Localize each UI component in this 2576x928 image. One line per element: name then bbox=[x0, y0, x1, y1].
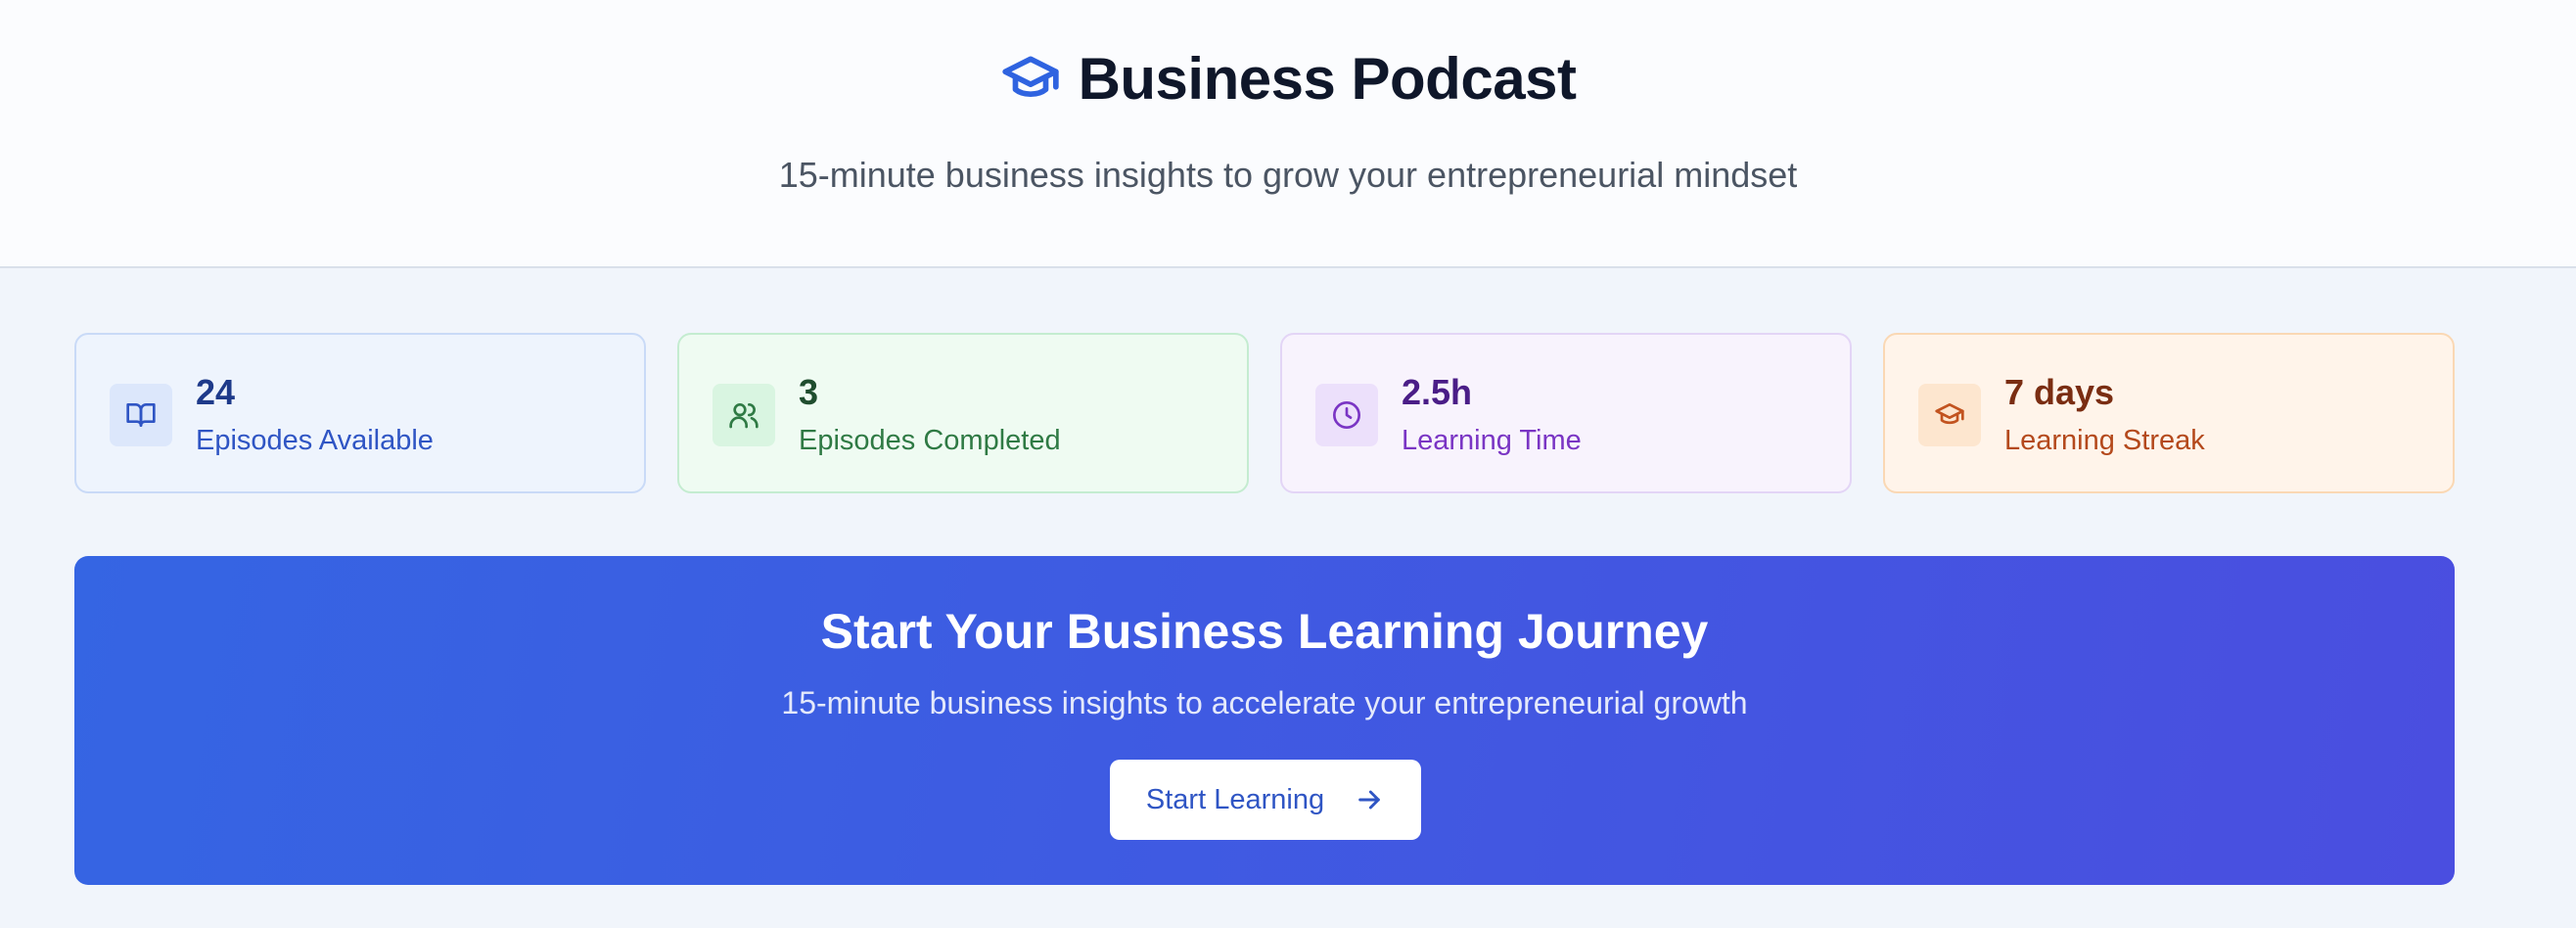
stats-row: 24 Episodes Available 3 Episodes Complet… bbox=[74, 333, 2455, 493]
clock-icon bbox=[1315, 384, 1378, 446]
users-icon bbox=[713, 384, 775, 446]
book-open-icon bbox=[110, 384, 172, 446]
stat-label: Episodes Available bbox=[196, 425, 434, 456]
page-subtitle: 15-minute business insights to grow your… bbox=[778, 155, 1798, 195]
hero-title: Start Your Business Learning Journey bbox=[820, 604, 1709, 659]
stat-label: Learning Time bbox=[1402, 425, 1582, 456]
hero-subtitle: 15-minute business insights to accelerat… bbox=[781, 685, 1748, 720]
stat-card-learning-time: 2.5h Learning Time bbox=[1280, 333, 1852, 493]
arrow-right-icon bbox=[1354, 784, 1385, 815]
hero-banner: Start Your Business Learning Journey 15-… bbox=[74, 556, 2455, 885]
page-header: Business Podcast 15-minute business insi… bbox=[0, 0, 2576, 268]
stat-card-episodes-completed: 3 Episodes Completed bbox=[677, 333, 1249, 493]
stat-value: 24 bbox=[196, 372, 236, 412]
stat-value: 7 days bbox=[2004, 372, 2115, 412]
page-title: Business Podcast bbox=[1078, 46, 1577, 112]
stat-value: 3 bbox=[799, 372, 819, 412]
stat-label: Episodes Completed bbox=[799, 425, 1061, 456]
stat-card-learning-streak: 7 days Learning Streak bbox=[1883, 333, 2455, 493]
stat-card-episodes-available: 24 Episodes Available bbox=[74, 333, 646, 493]
title-row: Business Podcast bbox=[0, 45, 2576, 113]
stat-label: Learning Streak bbox=[2004, 425, 2205, 456]
start-learning-button[interactable]: Start Learning bbox=[1110, 760, 1421, 840]
start-learning-label: Start Learning bbox=[1145, 783, 1325, 815]
graduation-cap-icon bbox=[1918, 384, 1981, 446]
stat-value: 2.5h bbox=[1402, 372, 1473, 412]
graduation-cap-icon bbox=[1000, 49, 1061, 110]
